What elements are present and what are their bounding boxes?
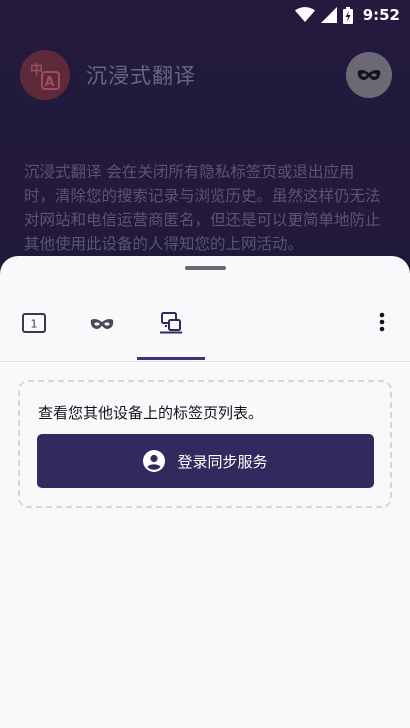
mask-icon (357, 66, 381, 85)
tab-strip: 1 (0, 288, 410, 361)
more-vert-icon (379, 312, 385, 336)
private-browsing-description: 沉浸式翻译 会在关闭所有隐私标签页或退出应用时，清除您的搜索记录与浏览历史。虽然… (24, 163, 381, 253)
svg-text:A: A (45, 75, 55, 90)
synced-devices-icon (159, 311, 183, 339)
translate-logo-icon[interactable]: 中 A (20, 50, 70, 100)
tabs-tray-sheet: 1 查看您其他设备上的标签页列表。 登录同步服务 (0, 256, 410, 728)
tab-strip-divider (0, 361, 410, 362)
home-header: 中 A 沉浸式翻译 (20, 50, 392, 100)
battery-charging-icon (342, 6, 353, 24)
tab-normal-tabs[interactable]: 1 (0, 288, 68, 361)
tab-synced-tabs[interactable] (137, 288, 205, 361)
synced-tabs-card: 查看您其他设备上的标签页列表。 登录同步服务 (18, 380, 392, 508)
app-name: 沉浸式翻译 (86, 64, 196, 88)
sheet-drag-handle[interactable] (185, 266, 226, 270)
tab-count: 1 (31, 317, 38, 330)
synced-tabs-message: 查看您其他设备上的标签页列表。 (38, 404, 264, 422)
tabs-menu-button[interactable] (364, 302, 400, 346)
tab-private-tabs[interactable] (68, 288, 136, 361)
tab-counter-icon: 1 (22, 312, 46, 337)
mask-icon (90, 315, 114, 334)
private-mode-button[interactable] (346, 52, 392, 98)
status-bar: 9:52 (0, 0, 410, 30)
status-time: 9:52 (362, 6, 400, 24)
sign-in-sync-button[interactable]: 登录同步服务 (37, 434, 374, 488)
signal-icon (320, 7, 337, 23)
selected-tab-indicator (137, 357, 205, 360)
wifi-icon (294, 7, 315, 23)
sign-in-sync-label: 登录同步服务 (177, 452, 268, 471)
account-icon (143, 450, 166, 472)
